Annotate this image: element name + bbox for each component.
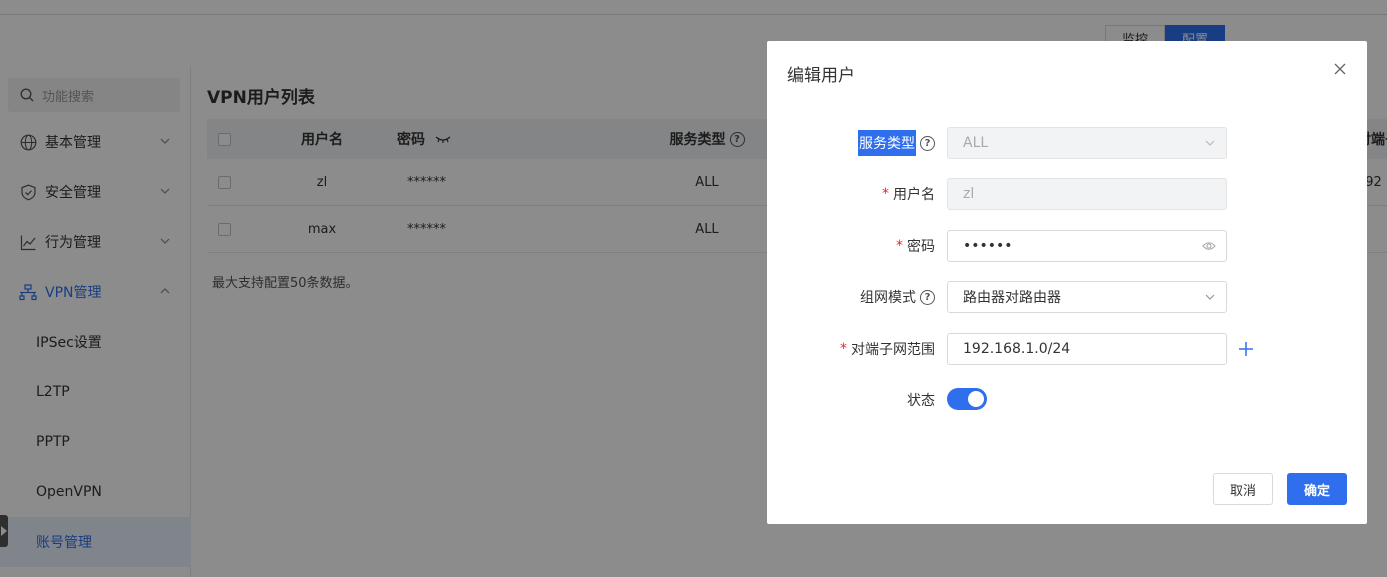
network-mode-select[interactable]: 路由器对路由器 [947,281,1227,313]
chevron-down-icon [1205,140,1215,146]
status-label: 状态 [907,384,935,416]
peer-subnet-label: * 对端子网范围 [840,333,935,365]
username-input[interactable]: zl [947,178,1227,210]
required-marker: * [882,186,889,202]
service-type-label: 服务类型 ? [858,127,935,159]
chevron-down-icon [1205,294,1215,300]
network-mode-label: 组网模式 ? [860,281,935,313]
add-icon[interactable] [1237,340,1255,358]
status-label-text: 状态 [907,393,935,409]
required-marker: * [840,341,847,357]
password-value: •••••• [963,238,1013,254]
dialog-title: 编辑用户 [787,66,855,86]
required-marker: * [896,238,903,254]
network-mode-value: 路由器对路由器 [963,290,1061,306]
password-label: * 密码 [896,230,935,262]
status-toggle[interactable] [947,388,987,410]
username-label: * 用户名 [882,178,935,210]
username-value: zl [963,186,975,202]
close-icon[interactable] [1332,61,1348,77]
help-icon[interactable]: ? [920,135,935,151]
help-icon[interactable]: ? [920,289,935,305]
peer-subnet-input[interactable]: 192.168.1.0/24 [947,333,1227,365]
toggle-knob [968,391,984,407]
form-row-service-type: 服务类型 ? ALL [767,127,1367,159]
password-input[interactable]: •••••• [947,230,1227,262]
service-type-value: ALL [963,135,989,151]
form-row-password: * 密码 •••••• [767,230,1367,262]
cancel-button[interactable]: 取消 [1213,473,1273,505]
edit-user-dialog: 编辑用户 服务类型 ? ALL * 用户名 zl * 密码 •••••• 组网模… [767,41,1367,524]
form-row-network-mode: 组网模式 ? 路由器对路由器 [767,281,1367,313]
form-row-status: 状态 [767,384,1367,416]
form-row-username: * 用户名 zl [767,178,1367,210]
form-row-peer-subnet: * 对端子网范围 192.168.1.0/24 [767,333,1367,365]
service-type-select[interactable]: ALL [947,127,1227,159]
password-label-text: 密码 [907,239,935,255]
eye-icon[interactable] [1202,240,1216,252]
username-label-text: 用户名 [893,187,935,203]
service-type-label-text: 服务类型 [858,130,916,156]
peer-subnet-value: 192.168.1.0/24 [963,341,1071,357]
confirm-button[interactable]: 确定 [1287,473,1347,505]
network-mode-label-text: 组网模式 [860,290,916,306]
peer-subnet-label-text: 对端子网范围 [851,342,935,358]
